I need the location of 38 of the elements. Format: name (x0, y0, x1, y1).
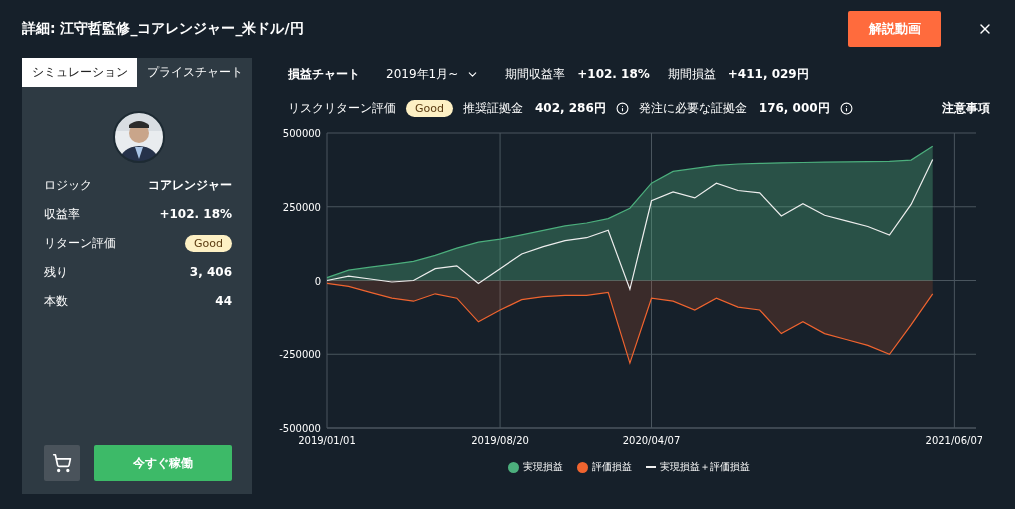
row-value: 3, 406 (189, 265, 232, 279)
x-tick-label: 2021/06/07 (925, 435, 982, 446)
legend-label[interactable]: 評価損益 (592, 460, 632, 474)
row-label: ロジック (44, 176, 92, 194)
stat-text: 期間損益 +411, 029円 (667, 65, 809, 83)
info-icon[interactable] (615, 101, 629, 115)
row-label: リターン評価 (44, 234, 116, 252)
y-tick-label: 250000 (282, 201, 321, 213)
row-label: 収益率 (44, 205, 80, 223)
x-tick-label: 2019/08/20 (471, 435, 529, 446)
period-dropdown[interactable]: 2019年1月~ (386, 65, 480, 83)
y-tick-label: 500000 (282, 128, 321, 139)
legend-label[interactable]: 実現損益 (523, 460, 563, 474)
notes-link[interactable]: 注意事項 (942, 99, 990, 117)
margin-text: 推奨証拠金 402, 286円 (462, 99, 606, 117)
rating-badge: Good (185, 234, 232, 252)
row-label: 残り (44, 263, 68, 281)
y-tick-label: -500000 (279, 423, 321, 434)
legend-label[interactable]: 実現損益＋評価損益 (660, 460, 750, 474)
add-to-cart-button[interactable] (44, 445, 80, 481)
x-tick-label: 2020/04/07 (622, 435, 681, 446)
stat-text: 期間収益率 +102. 18% (505, 65, 650, 83)
tab[interactable]: プライスチャート (137, 58, 252, 87)
x-tick-label: 2019/01/01 (298, 435, 356, 446)
y-tick-label: 0 (314, 275, 321, 287)
margin-text: 発注に必要な証拠金 176, 000円 (638, 99, 830, 117)
y-tick-label: -250000 (279, 349, 321, 361)
window-title: 詳細: 江守哲監修_コアレンジャー_米ドル/円 (22, 20, 305, 38)
chart-title: 損益チャート (288, 65, 360, 83)
row-label: 本数 (44, 292, 68, 310)
row-value: コアレンジャー (148, 176, 232, 194)
rating-badge: Good (406, 99, 453, 117)
info-icon[interactable] (839, 101, 853, 115)
cart-icon (52, 453, 72, 473)
row-value: +102. 18% (159, 207, 232, 221)
tab[interactable]: シミュレーション (22, 58, 137, 87)
row-value: 44 (215, 294, 232, 308)
risk-label: リスクリターン評価 (288, 99, 396, 117)
